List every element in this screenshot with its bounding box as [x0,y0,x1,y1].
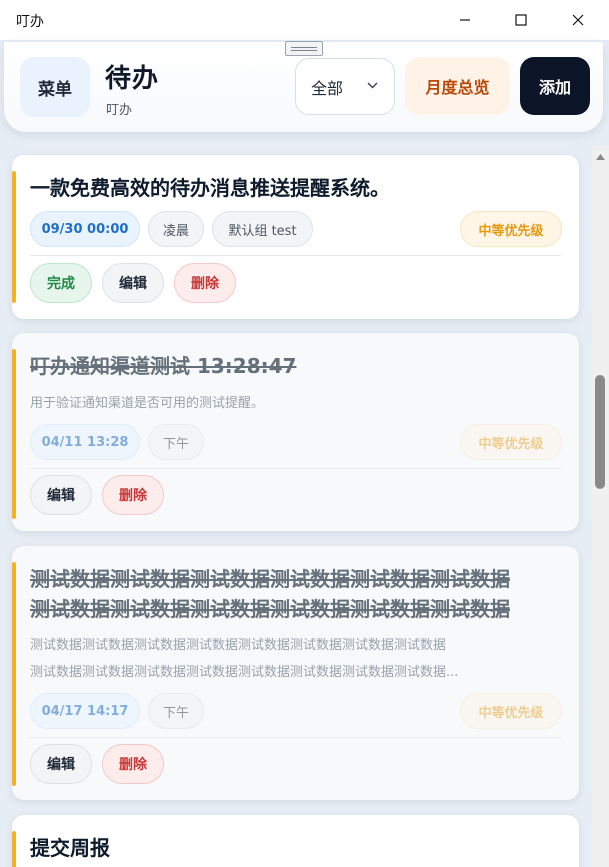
edit-button[interactable]: 编辑 [30,744,92,784]
card-divider [30,255,561,256]
todo-title-line: 测试数据测试数据测试数据测试数据测试数据测试数据 [30,597,510,621]
todo-list[interactable]: 一款免费高效的待办消息推送提醒系统。 09/30 00:00 凌晨 默认组 te… [0,146,592,867]
card-divider [30,737,561,738]
maximize-button[interactable] [498,0,544,40]
todo-title-line: 测试数据测试数据测试数据测试数据测试数据测试数据 [30,567,510,591]
minimize-icon [460,19,470,21]
todo-title: 一款免费高效的待办消息推送提醒系统。 [30,176,390,200]
priority-badge: 中等优先级 [460,211,562,247]
app-header: 菜单 待办 叮办 全部 月度总览 添加 [4,41,603,132]
todo-group: 默认组 test [212,211,313,247]
delete-button[interactable]: 删除 [174,263,236,303]
minimize-button[interactable] [442,0,488,40]
maximize-icon [515,14,527,26]
todo-description: 用于验证通知渠道是否可用的测试提醒。 [30,396,265,411]
todo-date: 04/17 14:17 [30,693,140,729]
priority-accent-bar [12,562,16,786]
delete-button[interactable]: 删除 [102,744,164,784]
scrollbar-thumb[interactable] [595,375,605,489]
complete-button[interactable]: 完成 [30,263,92,303]
menu-button[interactable]: 菜单 [20,57,90,117]
priority-badge: 中等优先级 [460,693,562,729]
page-subtitle: 叮办 [106,103,133,118]
window-title: 叮办 [16,14,44,30]
todo-title: 提交周报 [30,836,110,860]
todo-title: 叮办通知渠道测试 13:28:47 [30,354,297,378]
priority-accent-bar [12,349,16,519]
todo-period: 凌晨 [148,211,204,247]
todo-description-line: 测试数据测试数据测试数据测试数据测试数据测试数据测试数据测试数据... [30,665,459,680]
window-titlebar: 叮办 [0,0,609,40]
vertical-scrollbar[interactable] [592,146,609,867]
edit-button[interactable]: 编辑 [30,475,92,515]
monthly-overview-button[interactable]: 月度总览 [405,57,510,115]
edit-button[interactable]: 编辑 [102,263,164,303]
page-title: 待办 [105,64,160,94]
scroll-up-arrow-icon[interactable] [596,154,605,160]
close-icon [572,14,584,26]
filter-value: 全部 [311,78,344,98]
todo-description-line: 测试数据测试数据测试数据测试数据测试数据测试数据测试数据测试数据 [30,638,447,653]
card-divider [30,468,561,469]
todo-card: 提交周报 [12,815,579,867]
priority-accent-bar [12,831,16,867]
todo-card: 测试数据测试数据测试数据测试数据测试数据测试数据 测试数据测试数据测试数据测试数… [12,546,579,800]
todo-card: 一款免费高效的待办消息推送提醒系统。 09/30 00:00 凌晨 默认组 te… [12,155,579,319]
todo-card: 叮办通知渠道测试 13:28:47 用于验证通知渠道是否可用的测试提醒。 04/… [12,333,579,531]
todo-period: 下午 [148,693,204,729]
add-button[interactable]: 添加 [520,57,590,115]
delete-button[interactable]: 删除 [102,475,164,515]
todo-date: 04/11 13:28 [30,424,140,460]
priority-accent-bar [12,171,16,303]
drag-handle[interactable] [285,41,323,56]
filter-select[interactable]: 全部 [295,58,395,115]
chevron-down-icon [367,82,378,89]
close-button[interactable] [555,0,601,40]
todo-period: 下午 [148,424,204,460]
todo-date: 09/30 00:00 [30,211,140,247]
priority-badge: 中等优先级 [460,424,562,460]
